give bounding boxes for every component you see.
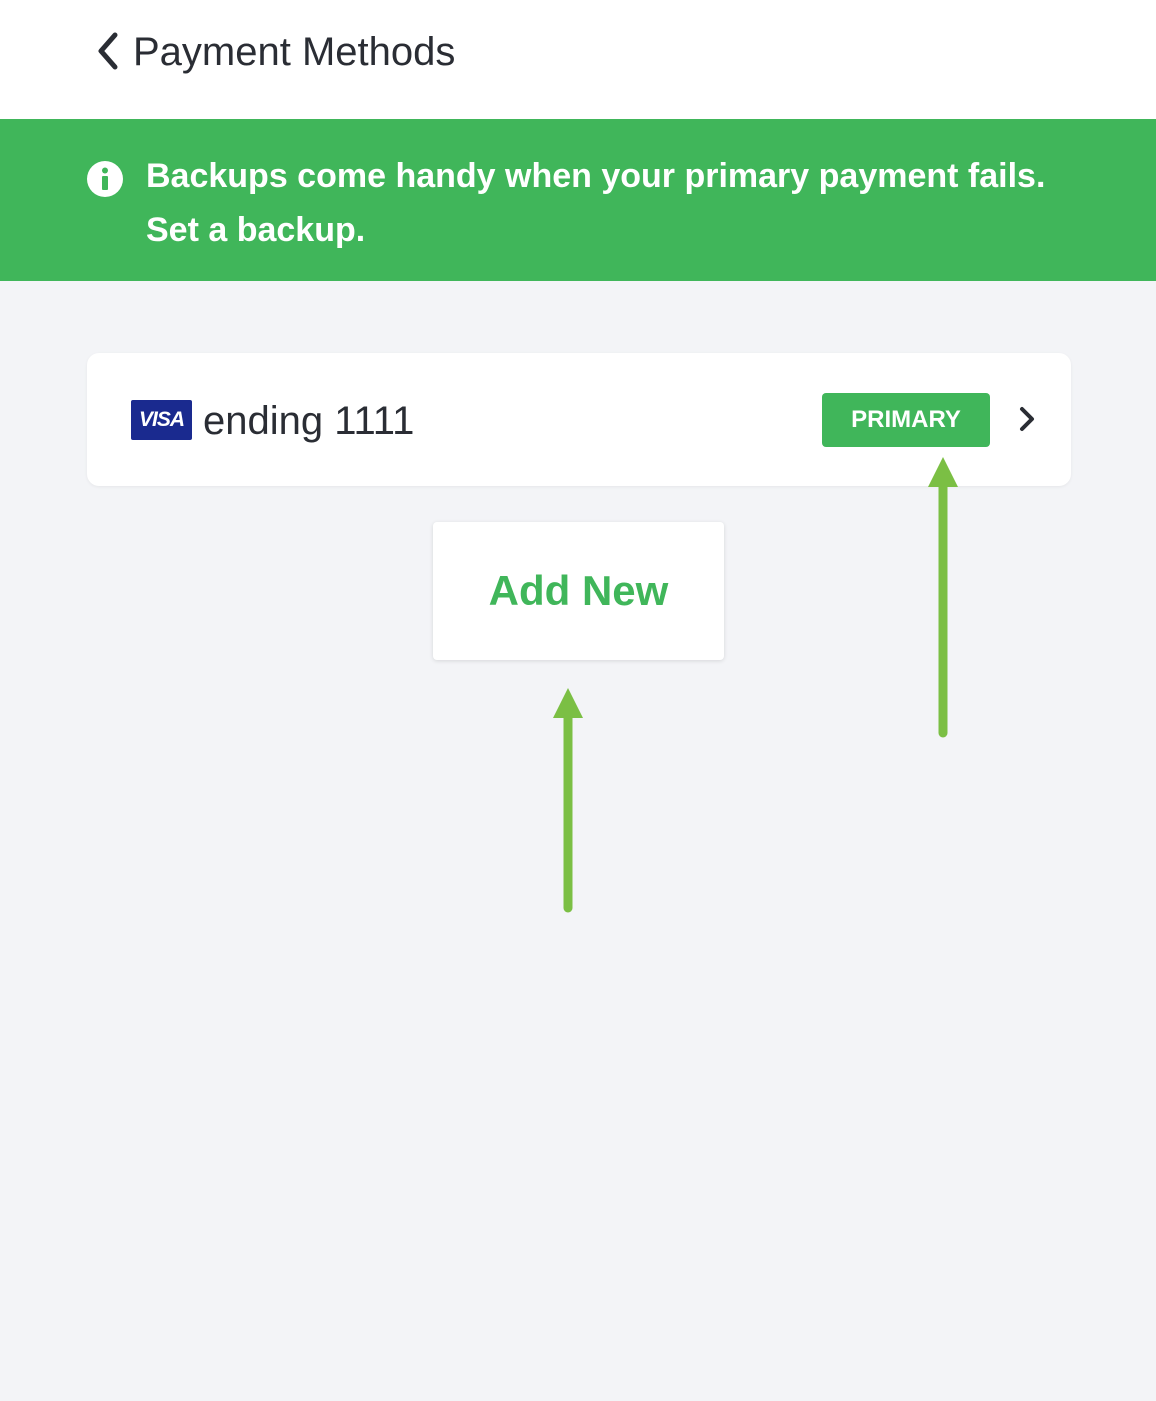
set-backup-link[interactable]: Set a backup.	[146, 208, 365, 252]
page-title: Payment Methods	[133, 30, 456, 74]
annotation-arrow-add-new	[553, 688, 583, 913]
info-icon	[87, 161, 123, 197]
visa-logo: VISA	[131, 400, 192, 440]
back-button[interactable]	[88, 26, 128, 76]
add-new-button[interactable]: Add New	[433, 522, 724, 660]
header: Payment Methods	[0, 0, 1156, 119]
chevron-right-icon	[1020, 407, 1034, 431]
card-ending-label: ending 1111	[203, 399, 415, 443]
primary-badge: PRIMARY	[822, 393, 990, 447]
annotation-arrow-primary	[928, 457, 958, 738]
payment-methods-page: Payment Methods Backups come handy when …	[0, 0, 1156, 1401]
chevron-left-icon	[98, 32, 118, 70]
info-banner	[0, 119, 1156, 281]
banner-message: Backups come handy when your primary pay…	[146, 157, 1046, 195]
